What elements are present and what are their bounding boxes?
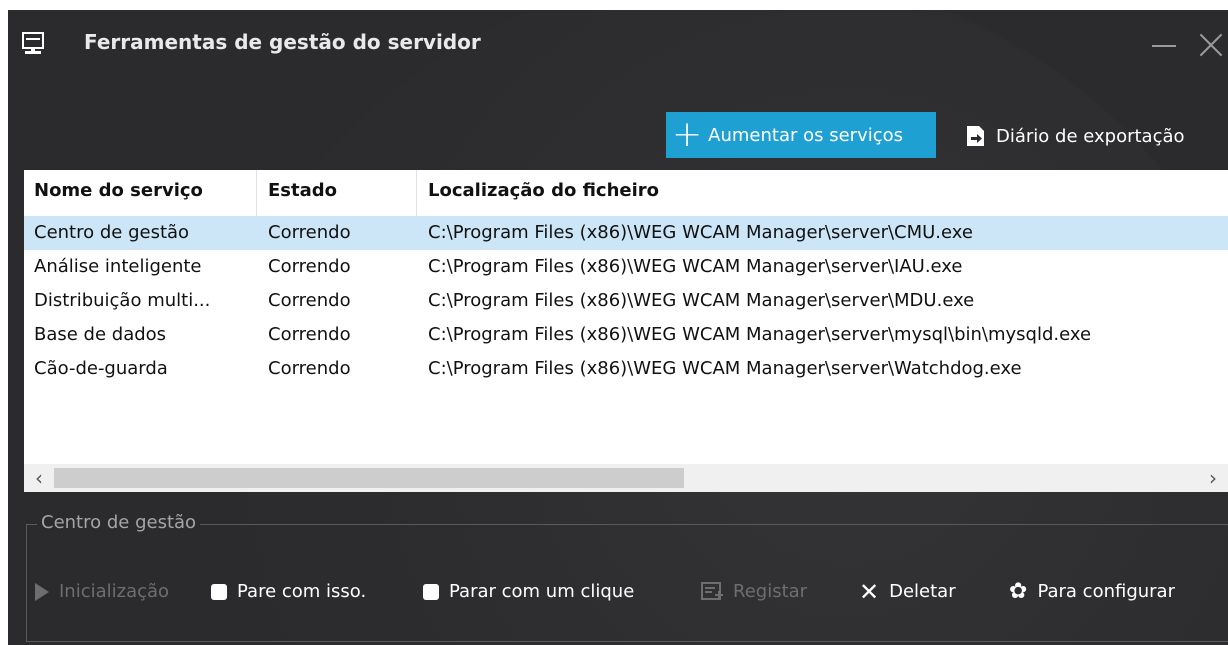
configure-button[interactable]: ✿ Para configurar	[1009, 578, 1175, 604]
plus-icon: +	[672, 114, 703, 155]
service-name: Análise inteligente	[34, 256, 202, 277]
scrollbar-thumb[interactable]	[54, 468, 684, 488]
register-label: Registar	[733, 581, 808, 602]
column-divider[interactable]	[416, 170, 417, 216]
add-services-button[interactable]: + Aumentar os serviços	[666, 112, 936, 158]
stop-one-click-button[interactable]: Parar com um clique	[423, 581, 634, 602]
table-row[interactable]: Análise inteligente Correndo C:\Program …	[24, 250, 1228, 284]
title-bar: Ferramentas de gestão do servidor	[8, 10, 1228, 82]
management-center-panel: Centro de gestão Inicialização Pare com …	[26, 512, 1228, 642]
start-button[interactable]: Inicialização	[35, 581, 169, 602]
column-header-name[interactable]: Nome do serviço	[34, 180, 203, 201]
close-icon[interactable]	[1194, 28, 1228, 62]
scroll-right-icon[interactable]: ›	[1202, 466, 1224, 490]
table-row[interactable]: Base de dados Correndo C:\Program Files …	[24, 318, 1228, 352]
stop-label: Pare com isso.	[237, 581, 367, 602]
export-icon	[967, 126, 984, 146]
add-services-label: Aumentar os serviços	[708, 124, 904, 146]
export-log-button[interactable]: Diário de exportação	[964, 118, 1185, 154]
stop-icon	[211, 583, 227, 600]
service-name: Distribuição multi...	[34, 290, 211, 311]
service-status: Correndo	[268, 222, 351, 243]
minimize-icon[interactable]	[1148, 28, 1182, 62]
service-path: C:\Program Files (x86)\WEG WCAM Manager\…	[428, 290, 975, 311]
service-status: Correndo	[268, 358, 351, 379]
delete-label: Deletar	[889, 581, 956, 602]
table-row[interactable]: Cão-de-guarda Correndo C:\Program Files …	[24, 352, 1228, 386]
service-path: C:\Program Files (x86)\WEG WCAM Manager\…	[428, 358, 1022, 379]
scroll-left-icon[interactable]: ‹	[28, 466, 50, 490]
services-table: Nome do serviço Estado Localização do fi…	[24, 170, 1228, 492]
horizontal-scrollbar[interactable]: ‹ ›	[24, 464, 1228, 492]
table-header: Nome do serviço Estado Localização do fi…	[24, 170, 1228, 216]
table-row[interactable]: Centro de gestão Correndo C:\Program Fil…	[24, 216, 1228, 250]
server-icon	[22, 32, 44, 54]
start-label: Inicialização	[59, 581, 170, 602]
stop-one-click-label: Parar com um clique	[449, 581, 635, 602]
stop-button[interactable]: Pare com isso.	[211, 581, 366, 602]
service-path: C:\Program Files (x86)\WEG WCAM Manager\…	[428, 324, 1092, 345]
table-row[interactable]: Distribuição multi... Correndo C:\Progra…	[24, 284, 1228, 318]
action-bar: Inicialização Pare com isso. Parar com u…	[27, 525, 1228, 641]
service-status: Correndo	[268, 256, 351, 277]
column-divider[interactable]	[256, 170, 257, 216]
column-header-path[interactable]: Localização do ficheiro	[428, 180, 659, 201]
delete-icon: ✕	[859, 577, 880, 606]
play-icon	[35, 582, 49, 601]
service-name: Cão-de-guarda	[34, 358, 168, 379]
service-name: Base de dados	[34, 324, 167, 345]
stop-icon	[423, 583, 439, 600]
delete-button[interactable]: ✕ Deletar	[859, 577, 956, 606]
service-path: C:\Program Files (x86)\WEG WCAM Manager\…	[428, 222, 973, 243]
server-management-window: Ferramentas de gestão do servidor + Aume…	[8, 10, 1228, 645]
service-name: Centro de gestão	[34, 222, 190, 243]
service-status: Correndo	[268, 324, 351, 345]
column-header-status[interactable]: Estado	[268, 180, 337, 201]
service-status: Correndo	[268, 290, 351, 311]
register-icon	[701, 581, 723, 600]
window-title: Ferramentas de gestão do servidor	[84, 30, 481, 54]
register-button[interactable]: Registar	[701, 581, 807, 602]
export-log-label: Diário de exportação	[996, 125, 1185, 147]
service-path: C:\Program Files (x86)\WEG WCAM Manager\…	[428, 256, 963, 277]
gear-icon: ✿	[1009, 578, 1028, 604]
configure-label: Para configurar	[1037, 581, 1175, 602]
